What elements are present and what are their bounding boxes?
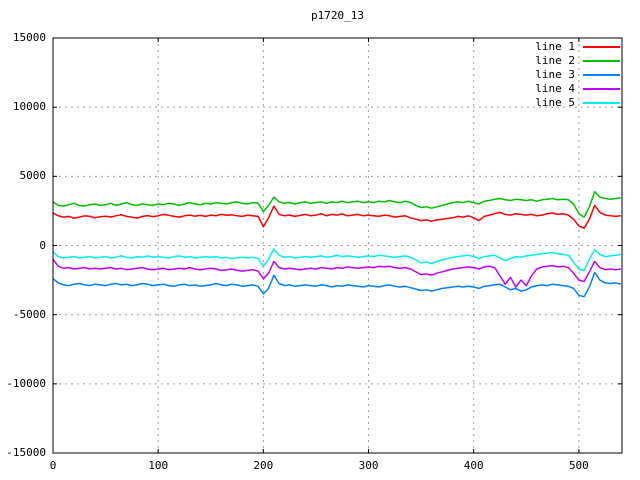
y-tick-label: 5000 bbox=[19, 169, 47, 183]
legend-line-sample bbox=[583, 46, 620, 48]
legend-item-line-4: line 4 bbox=[535, 82, 620, 96]
legend-label: line 1 bbox=[535, 40, 575, 53]
legend-item-line-2: line 2 bbox=[535, 54, 620, 68]
legend-item-line-5: line 5 bbox=[535, 96, 620, 110]
legend-label: line 3 bbox=[535, 68, 575, 81]
series-line-2 bbox=[52, 190, 622, 218]
x-tick-label: 300 bbox=[358, 459, 379, 472]
legend-line-sample bbox=[583, 88, 620, 90]
x-tick-label: 500 bbox=[568, 459, 589, 472]
y-tick-label: 10000 bbox=[12, 100, 46, 114]
legend-line-sample bbox=[583, 74, 620, 76]
y-tick-label: 15000 bbox=[12, 31, 46, 44]
series-line-4 bbox=[52, 258, 622, 288]
y-tick-label: -5000 bbox=[12, 307, 46, 321]
series-line-1 bbox=[52, 204, 621, 229]
y-tick-label: 0 bbox=[39, 238, 46, 252]
legend-line-sample bbox=[583, 102, 620, 104]
y-tick-label: -10000 bbox=[6, 376, 46, 390]
legend-line-sample bbox=[583, 60, 620, 62]
legend-item-line-3: line 3 bbox=[535, 68, 620, 82]
legend-label: line 5 bbox=[535, 96, 575, 109]
legend-label: line 2 bbox=[535, 54, 575, 67]
x-tick-label: 200 bbox=[253, 459, 274, 472]
gnuplot-window: p1720_13 0 100 200 300 400 500 -15000 -10000 -5… bbox=[0, 0, 640, 480]
x-tick-label: 100 bbox=[148, 459, 169, 472]
x-tick-label: 400 bbox=[463, 459, 484, 472]
y-tick-label: -15000 bbox=[6, 446, 46, 459]
legend-item-line-1: line 1 bbox=[535, 40, 620, 54]
x-tick-label: 0 bbox=[49, 459, 57, 472]
series-layer bbox=[52, 190, 622, 298]
series-line-3 bbox=[52, 271, 622, 298]
legend-label: line 4 bbox=[535, 82, 575, 95]
legend: line 1 line 2 line 3 line 4 line 5 bbox=[535, 40, 620, 110]
